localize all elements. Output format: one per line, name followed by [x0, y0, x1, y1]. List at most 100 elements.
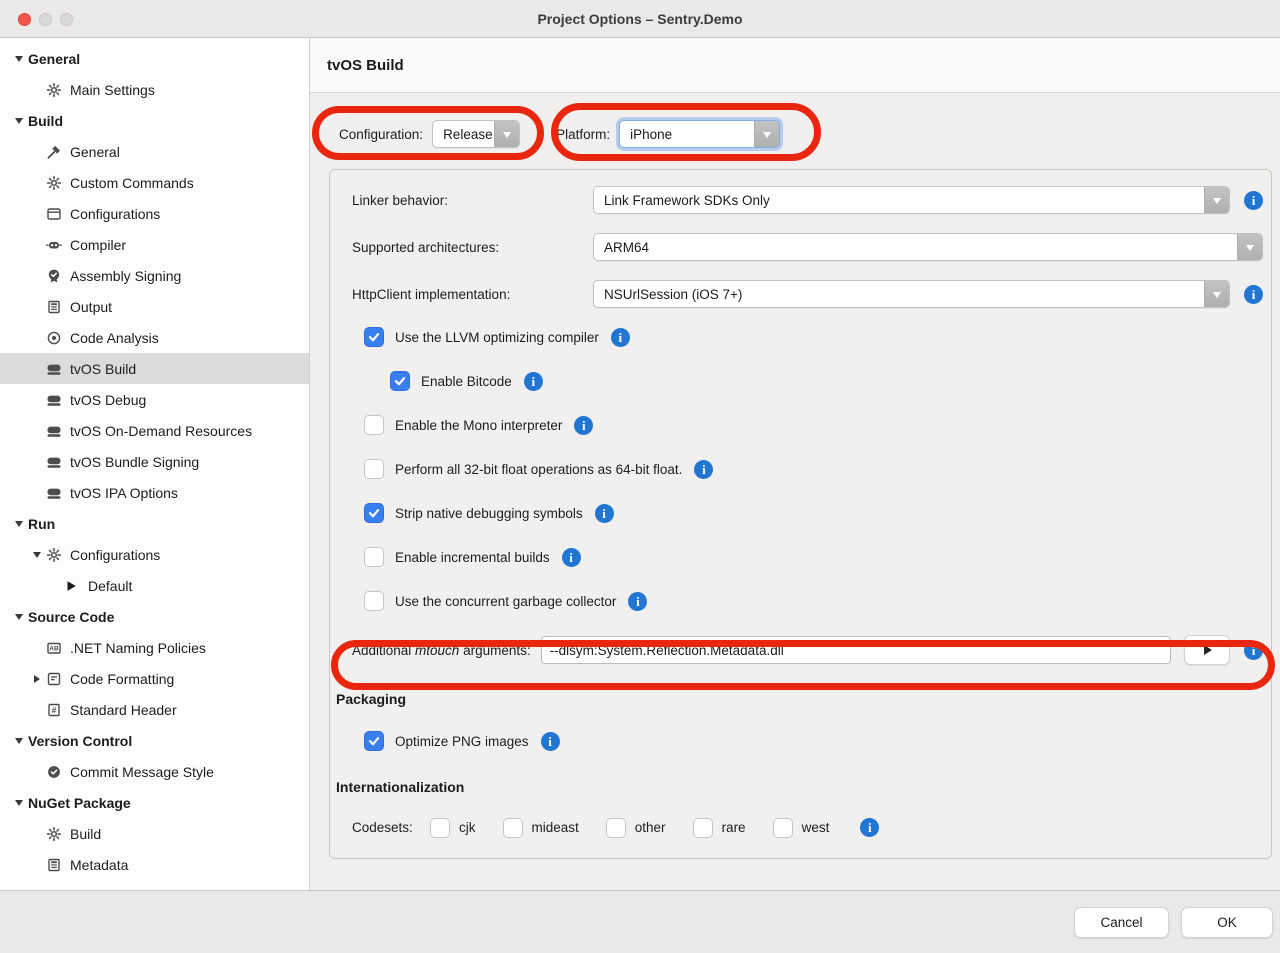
info-icon[interactable]: i [628, 592, 647, 611]
run-arguments-button[interactable] [1184, 635, 1230, 665]
sidebar-item-metadata[interactable]: Metadata [0, 849, 309, 880]
project-options-window: Project Options – Sentry.Demo General Ma… [0, 0, 1280, 953]
httpclient-implementation-row: HttpClient implementation: NSUrlSession … [352, 280, 1263, 308]
ok-button[interactable]: OK [1181, 907, 1273, 938]
info-icon[interactable]: i [694, 460, 713, 479]
supported-architectures-dropdown[interactable]: ARM64 [593, 233, 1263, 261]
llvm-compiler-checkbox[interactable] [364, 327, 384, 347]
sidebar-item-source-code[interactable]: Source Code [0, 601, 309, 632]
sidebar-item-version-control[interactable]: Version Control [0, 725, 309, 756]
info-icon[interactable]: i [1244, 641, 1263, 660]
codeset-rare-checkbox[interactable] [693, 818, 713, 838]
supported-architectures-row: Supported architectures: ARM64 [352, 233, 1263, 261]
sidebar-item-build[interactable]: Build [0, 818, 309, 849]
codeset-mideast-checkbox[interactable] [503, 818, 523, 838]
platform-dropdown[interactable]: iPhone [619, 120, 780, 148]
play-icon [1204, 645, 1212, 655]
gear-icon [46, 175, 70, 191]
sidebar-item-tvos-build[interactable]: tvOS Build [0, 353, 309, 384]
httpclient-implementation-dropdown[interactable]: NSUrlSession (iOS 7+) [593, 280, 1230, 308]
chevron-down-icon [1204, 281, 1229, 307]
codeset-other-checkbox[interactable] [606, 818, 626, 838]
badge-check-icon [46, 268, 70, 284]
info-icon[interactable]: i [562, 548, 581, 567]
strip-symbols-row: Strip native debugging symbols i [364, 503, 1263, 523]
appletv-icon [46, 485, 70, 501]
sidebar-item-tvos-on-demand-resources[interactable]: tvOS On-Demand Resources [0, 415, 309, 446]
sidebar-item-assembly-signing[interactable]: Assembly Signing [0, 260, 309, 291]
sidebar-item-standard-header[interactable]: # Standard Header [0, 694, 309, 725]
info-icon[interactable]: i [1244, 191, 1263, 210]
configuration-value: Release [433, 121, 494, 147]
sidebar-item-tvos-debug[interactable]: tvOS Debug [0, 384, 309, 415]
sidebar-item-main-settings[interactable]: Main Settings [0, 74, 309, 105]
disclosure-down-icon [10, 51, 28, 66]
zoom-button[interactable] [60, 13, 73, 26]
sidebar-item-net-naming-policies[interactable]: AB .NET Naming Policies [0, 632, 309, 663]
concurrent-gc-checkbox[interactable] [364, 591, 384, 611]
info-icon[interactable]: i [611, 328, 630, 347]
sidebar-item-commit-message-style[interactable]: Commit Message Style [0, 756, 309, 787]
svg-text:#: # [52, 705, 57, 715]
sidebar-item-general[interactable]: General [0, 136, 309, 167]
close-button[interactable] [18, 13, 31, 26]
minimize-button[interactable] [39, 13, 52, 26]
sidebar-item-configurations[interactable]: Configurations [0, 198, 309, 229]
info-icon[interactable]: i [595, 504, 614, 523]
codeset-west-checkbox[interactable] [773, 818, 793, 838]
sidebar-item-nuget-package[interactable]: NuGet Package [0, 787, 309, 818]
options-sidebar: General Main Settings Build General Cust… [0, 38, 310, 890]
hammer-icon [46, 144, 70, 160]
mono-interpreter-checkbox[interactable] [364, 415, 384, 435]
incremental-builds-checkbox[interactable] [364, 547, 384, 567]
sidebar-item-build[interactable]: Build [0, 105, 309, 136]
panel-header: tvOS Build [310, 38, 1280, 93]
float-64-checkbox[interactable] [364, 459, 384, 479]
linker-behavior-dropdown[interactable]: Link Framework SDKs Only [593, 186, 1230, 214]
info-icon[interactable]: i [524, 372, 543, 391]
codeset-rare: rare [693, 818, 746, 838]
strip-symbols-checkbox[interactable] [364, 503, 384, 523]
codesets-row: Codesets: cjk mideast other rare west i [352, 817, 1263, 838]
play-icon [64, 579, 88, 593]
platform-value: iPhone [620, 121, 754, 147]
internationalization-heading: Internationalization [336, 779, 1263, 795]
info-icon[interactable]: i [574, 416, 593, 435]
gear-icon [46, 547, 70, 563]
cancel-button[interactable]: Cancel [1074, 907, 1169, 938]
sidebar-item-tvos-bundle-signing[interactable]: tvOS Bundle Signing [0, 446, 309, 477]
chevron-down-icon [494, 121, 519, 147]
chevron-down-icon [1204, 187, 1229, 213]
traffic-lights [18, 0, 73, 38]
sidebar-item-custom-commands[interactable]: Custom Commands [0, 167, 309, 198]
main-panel: tvOS Build Configuration: Release Platfo… [310, 38, 1280, 890]
optimize-png-checkbox[interactable] [364, 731, 384, 751]
mtouch-arguments-input[interactable] [541, 636, 1171, 664]
info-icon[interactable]: i [541, 732, 560, 751]
enable-bitcode-checkbox[interactable] [390, 371, 410, 391]
sidebar-item-compiler[interactable]: Compiler [0, 229, 309, 260]
disclosure-down-icon [10, 516, 28, 531]
codeset-cjk-checkbox[interactable] [430, 818, 450, 838]
info-icon[interactable]: i [1244, 285, 1263, 304]
mtouch-arguments-label: Additional mtouch arguments: [352, 643, 531, 658]
appletv-icon [46, 454, 70, 470]
info-icon[interactable]: i [860, 818, 879, 837]
sidebar-item-tvos-ipa-options[interactable]: tvOS IPA Options [0, 477, 309, 508]
disclosure-right-icon [28, 675, 46, 683]
sidebar-item-configurations[interactable]: Configurations [0, 539, 309, 570]
doc-lines-icon [46, 299, 70, 315]
mono-interpreter-row: Enable the Mono interpreter i [364, 415, 1263, 435]
optimize-png-label: Optimize PNG images [395, 734, 529, 749]
sidebar-item-output[interactable]: Output [0, 291, 309, 322]
sidebar-item-code-analysis[interactable]: Code Analysis [0, 322, 309, 353]
sidebar-item-default[interactable]: Default [0, 570, 309, 601]
incremental-builds-row: Enable incremental builds i [364, 547, 1263, 567]
concurrent-gc-row: Use the concurrent garbage collector i [364, 591, 1263, 611]
sidebar-item-general[interactable]: General [0, 43, 309, 74]
sidebar-item-run[interactable]: Run [0, 508, 309, 539]
doc-format-icon [46, 671, 70, 687]
sidebar-item-code-formatting[interactable]: Code Formatting [0, 663, 309, 694]
optimize-png-row: Optimize PNG images i [364, 731, 1263, 751]
configuration-dropdown[interactable]: Release [432, 120, 520, 148]
